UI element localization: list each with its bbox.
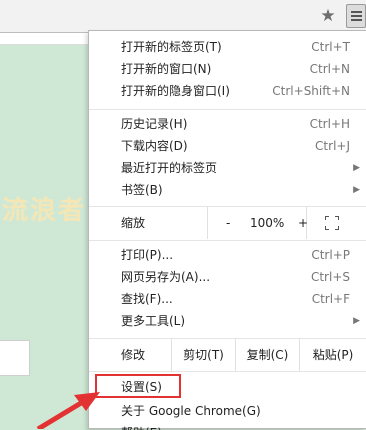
zoom-out-button[interactable]: -	[226, 207, 230, 239]
menu-item-label: 打开新的隐身窗口(I)	[121, 84, 230, 98]
menu-item-label: 最近打开的标签页	[121, 161, 218, 175]
menu-item-new-window[interactable]: 打开新的窗口(N) Ctrl+N	[89, 58, 366, 80]
menu-item-label: 查找(F)...	[121, 292, 173, 306]
menu-item-recent-tabs[interactable]: 最近打开的标签页 ▶	[89, 157, 366, 179]
menu-item-history[interactable]: 历史记录(H) Ctrl+H	[89, 113, 366, 135]
star-icon[interactable]: ★	[318, 6, 338, 26]
submenu-arrow-icon: ▶	[353, 185, 360, 195]
chrome-dropdown-menu: 打开新的标签页(T) Ctrl+T 打开新的窗口(N) Ctrl+N 打开新的隐…	[88, 30, 366, 430]
shortcut-label: Ctrl+Shift+N	[272, 84, 350, 98]
zoom-in-button[interactable]: +	[298, 207, 308, 239]
menu-item-label: 历史记录(H)	[121, 117, 188, 131]
shortcut-label: Ctrl+F	[311, 292, 350, 306]
edit-label: 修改	[121, 348, 146, 362]
menu-item-incognito[interactable]: 打开新的隐身窗口(I) Ctrl+Shift+N	[89, 80, 366, 102]
menu-item-label: 网页另存为(A)...	[121, 270, 211, 284]
menu-item-label: 打开新的标签页(T)	[121, 40, 222, 54]
shortcut-label: Ctrl+N	[309, 62, 350, 76]
submenu-arrow-icon: ▶	[353, 316, 360, 326]
paste-button[interactable]: 粘贴(P)	[299, 339, 366, 371]
browser-toolbar: ★	[0, 0, 366, 33]
page-content-strip	[0, 33, 88, 45]
copy-button[interactable]: 复制(C)	[235, 339, 299, 371]
menu-item-print[interactable]: 打印(P)... Ctrl+P	[89, 244, 366, 266]
settings-highlight-box	[95, 374, 181, 398]
menu-separator	[89, 109, 366, 110]
hamburger-menu-icon	[351, 15, 362, 17]
menu-item-about[interactable]: 关于 Google Chrome(G)	[89, 400, 366, 422]
menu-item-more-tools[interactable]: 更多工具(L) ▶	[89, 310, 366, 332]
zoom-level: 100%	[250, 216, 285, 230]
menu-item-find[interactable]: 查找(F)... Ctrl+F	[89, 288, 366, 310]
shortcut-label: Ctrl+T	[311, 40, 350, 54]
watermark-text: 流浪者	[2, 196, 87, 226]
shortcut-label: Ctrl+S	[310, 270, 350, 284]
menu-item-label: 下载内容(D)	[121, 139, 188, 153]
menu-item-label: 更多工具(L)	[121, 314, 186, 328]
menu-item-downloads[interactable]: 下载内容(D) Ctrl+J	[89, 135, 366, 157]
menu-item-label: 书签(B)	[121, 183, 163, 197]
menu-item-label: 打印(P)...	[121, 248, 174, 262]
shortcut-label: Ctrl+J	[315, 139, 350, 153]
page-input-box[interactable]	[0, 340, 30, 376]
menu-item-save-as[interactable]: 网页另存为(A)... Ctrl+S	[89, 266, 366, 288]
cut-button[interactable]: 剪切(T)	[171, 339, 235, 371]
zoom-controls: - 100% +	[207, 207, 308, 239]
menu-item-bookmarks[interactable]: 书签(B) ▶	[89, 179, 366, 201]
shortcut-label: Ctrl+P	[311, 248, 350, 262]
hamburger-menu-icon	[351, 11, 362, 13]
menu-item-label: 关于 Google Chrome(G)	[121, 404, 261, 418]
zoom-row: 缩放 - 100% +	[89, 207, 366, 239]
hamburger-menu-icon	[351, 19, 362, 21]
zoom-label: 缩放	[121, 216, 146, 230]
menu-separator	[89, 371, 366, 372]
menu-item-label: 打开新的窗口(N)	[121, 62, 212, 76]
shortcut-label: Ctrl+H	[309, 117, 350, 131]
menu-separator	[89, 240, 366, 241]
edit-row: 修改 剪切(T) 复制(C) 粘贴(P)	[89, 339, 366, 371]
fullscreen-icon[interactable]	[325, 216, 339, 230]
chrome-menu-button[interactable]	[346, 4, 366, 28]
submenu-arrow-icon: ▶	[353, 163, 360, 173]
menu-item-new-tab[interactable]: 打开新的标签页(T) Ctrl+T	[89, 36, 366, 58]
